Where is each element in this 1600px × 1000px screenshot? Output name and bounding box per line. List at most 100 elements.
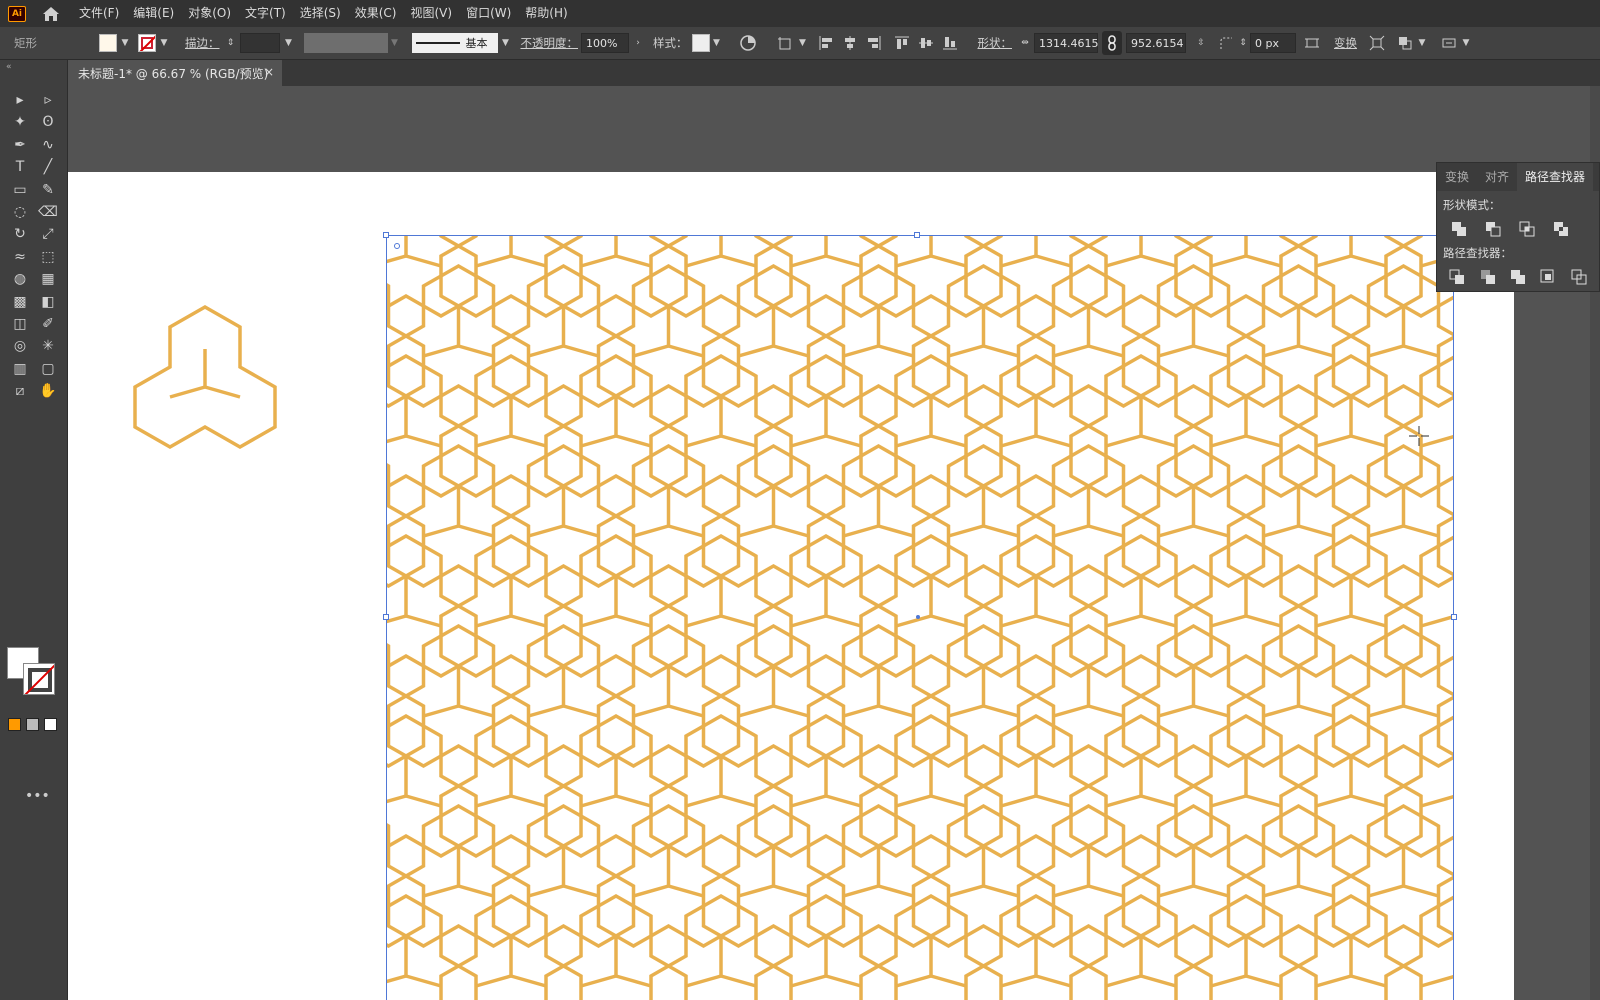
outline-icon[interactable]: [1569, 267, 1589, 287]
stroke-label[interactable]: 描边：: [185, 35, 220, 51]
chevron-down-icon[interactable]: ▼: [798, 38, 808, 48]
pattern-fill-rect[interactable]: [386, 236, 1453, 1000]
stroke-control[interactable]: ▼: [138, 34, 169, 52]
color-mode-icon[interactable]: [8, 718, 21, 731]
fill-swatch[interactable]: [99, 34, 117, 52]
chevron-down-icon[interactable]: ▼: [284, 38, 294, 48]
shape-label[interactable]: 形状：: [978, 35, 1013, 51]
tab-pathfinder[interactable]: 路径查找器: [1517, 163, 1594, 191]
arrange-icon[interactable]: [1393, 31, 1417, 55]
trim-icon[interactable]: [1477, 267, 1497, 287]
intersect-icon[interactable]: [1515, 219, 1539, 239]
menu-file[interactable]: 文件(F): [72, 0, 126, 27]
shaper-icon[interactable]: ◌: [8, 202, 32, 222]
symbol-sprayer-icon[interactable]: ◎: [8, 336, 32, 356]
tab-transform[interactable]: 变换: [1437, 163, 1477, 191]
corner-radius-input[interactable]: 0 px: [1250, 33, 1296, 53]
chevron-down-icon[interactable]: ▼: [501, 38, 511, 48]
menu-select[interactable]: 选择(S): [293, 0, 348, 27]
scale-icon[interactable]: ⤢: [36, 224, 60, 244]
tile-motif[interactable]: [130, 302, 280, 452]
align-right-icon[interactable]: [862, 31, 886, 55]
stroke-none-swatch[interactable]: [138, 34, 156, 52]
scale-corners-icon[interactable]: [1300, 31, 1324, 55]
chevron-right-icon[interactable]: ›: [633, 38, 643, 48]
opacity-input[interactable]: 100%: [581, 33, 629, 53]
more-options-icon[interactable]: [1437, 31, 1461, 55]
artboard-icon[interactable]: ▥: [8, 359, 32, 379]
shape-builder-icon[interactable]: ◍: [8, 269, 32, 289]
graphic-style-swatch[interactable]: [691, 34, 710, 52]
shape-width-input[interactable]: 1314.4615: [1034, 33, 1099, 53]
menu-object[interactable]: 对象(O): [181, 0, 238, 27]
link-icon[interactable]: [1102, 31, 1122, 55]
width-icon[interactable]: ≈: [8, 247, 32, 267]
isolate-icon[interactable]: [1365, 31, 1389, 55]
menu-view[interactable]: 视图(V): [403, 0, 459, 27]
fill-stroke-swatches[interactable]: [7, 647, 57, 697]
opacity-label[interactable]: 不透明度：: [521, 35, 579, 51]
mesh-icon[interactable]: ▩: [8, 292, 32, 312]
gradient-icon[interactable]: ◧: [36, 292, 60, 312]
none-mode-icon[interactable]: [44, 718, 57, 731]
eraser-icon[interactable]: ⌫: [36, 202, 60, 222]
chevron-down-icon[interactable]: ▼: [712, 38, 722, 48]
home-icon[interactable]: [38, 3, 64, 25]
type-icon[interactable]: T: [8, 157, 32, 177]
corner-type-icon[interactable]: [1214, 31, 1238, 55]
brush-definition[interactable]: 基本: [411, 33, 498, 53]
menu-help[interactable]: 帮助(H): [518, 0, 574, 27]
line-icon[interactable]: ╱: [36, 157, 60, 177]
curvature-icon[interactable]: ∿: [36, 135, 60, 155]
menu-window[interactable]: 窗口(W): [459, 0, 518, 27]
blend-icon[interactable]: ✐: [36, 314, 60, 334]
column-graph-icon[interactable]: ✳: [36, 336, 60, 356]
paintbrush-icon[interactable]: ✎: [36, 180, 60, 200]
tab-align[interactable]: 对齐: [1477, 163, 1517, 191]
stroke-weight-input[interactable]: [239, 33, 280, 53]
chevron-down-icon[interactable]: ▼: [1461, 38, 1471, 48]
more-tools-icon[interactable]: •••: [25, 788, 50, 804]
gradient-mode-icon[interactable]: [26, 718, 39, 731]
align-bottom-icon[interactable]: [938, 31, 962, 55]
exclude-icon[interactable]: [1549, 219, 1573, 239]
transform-label[interactable]: 变换: [1334, 35, 1357, 51]
corner-stepper[interactable]: ⇕: [1238, 38, 1248, 48]
chevron-down-icon[interactable]: ▼: [120, 38, 130, 48]
menu-edit[interactable]: 编辑(E): [126, 0, 181, 27]
unite-icon[interactable]: [1447, 219, 1471, 239]
chevron-down-icon[interactable]: ▼: [1417, 38, 1427, 48]
hand-icon[interactable]: ⧄: [8, 381, 32, 401]
document-tab[interactable]: 未标题-1* @ 66.67 % (RGB/预览) ×: [68, 60, 282, 86]
shape-height-input[interactable]: 952.6154: [1126, 33, 1186, 53]
direct-selection-tool-icon[interactable]: ▹: [36, 90, 60, 110]
align-left-icon[interactable]: [814, 31, 838, 55]
merge-icon[interactable]: [1508, 267, 1528, 287]
menu-type[interactable]: 文字(T): [238, 0, 293, 27]
zoom-icon[interactable]: ✋: [36, 381, 60, 401]
align-center-icon[interactable]: [838, 31, 862, 55]
crop-icon[interactable]: [1538, 267, 1558, 287]
divide-icon[interactable]: [1447, 267, 1467, 287]
chevron-down-icon[interactable]: ▼: [159, 38, 169, 48]
rectangle-icon[interactable]: ▭: [8, 180, 32, 200]
shape-transform-icon[interactable]: [774, 31, 798, 55]
fill-control[interactable]: ▼: [99, 34, 130, 52]
close-icon[interactable]: ×: [264, 65, 274, 79]
perspective-icon[interactable]: ▦: [36, 269, 60, 289]
minus-front-icon[interactable]: [1481, 219, 1505, 239]
pen-icon[interactable]: ✒: [8, 135, 32, 155]
panel-grip-icon[interactable]: «: [6, 62, 12, 72]
stroke-weight-stepper[interactable]: ⇕: [226, 38, 236, 48]
selection-tool-icon[interactable]: ▸: [8, 90, 32, 110]
align-top-icon[interactable]: [890, 31, 914, 55]
free-transform-icon[interactable]: ⬚: [36, 247, 60, 267]
lasso-icon[interactable]: ʘ: [36, 112, 60, 132]
align-middle-icon[interactable]: [914, 31, 938, 55]
canvas-area[interactable]: [68, 86, 1600, 1000]
recolor-icon[interactable]: [736, 31, 760, 55]
magic-wand-icon[interactable]: ✦: [8, 112, 32, 132]
menu-effect[interactable]: 效果(C): [348, 0, 404, 27]
slice-icon[interactable]: ▢: [36, 359, 60, 379]
variable-width-profile[interactable]: [303, 33, 388, 53]
